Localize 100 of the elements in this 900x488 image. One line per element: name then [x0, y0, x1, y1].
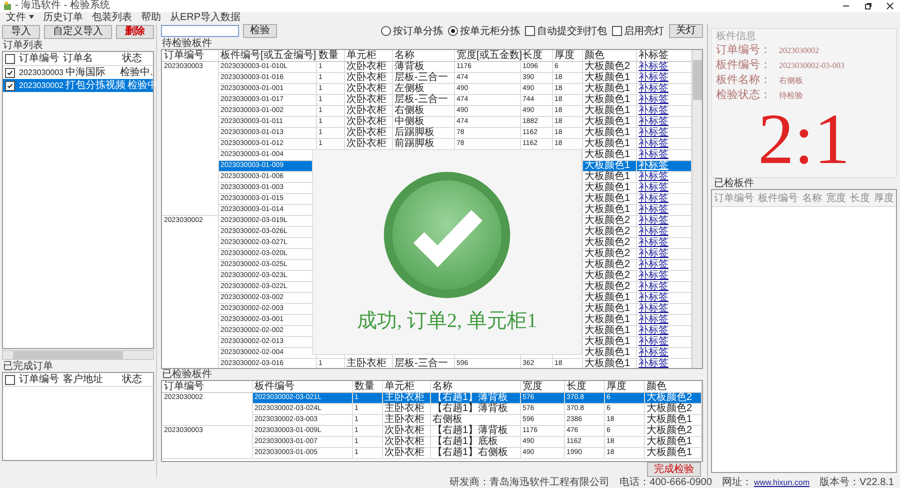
website-link[interactable]: www.hixun.com [754, 477, 810, 488]
column-header: 订单编号 [18, 373, 60, 386]
radio-button[interactable] [381, 26, 391, 36]
import-button[interactable]: 导入 [2, 25, 40, 39]
option-label[interactable]: 按单元柜分拣 [460, 24, 520, 38]
table-cell: 次卧衣柜 [346, 105, 386, 116]
checkbox[interactable] [525, 26, 535, 36]
field-label: 订单编号： [716, 43, 771, 58]
table-cell: 后踢脚板 [394, 127, 434, 138]
section-label: 订单列表 [2, 40, 44, 51]
caret-icon [29, 15, 34, 20]
table-cell: 大板颜色2 [646, 425, 692, 436]
option-label[interactable]: 自动提交到打包 [537, 24, 607, 38]
table-cell: 大板颜色1 [584, 105, 630, 116]
option-label[interactable]: 按订单分拣 [393, 24, 443, 38]
table-cell: 大板颜色1 [584, 94, 630, 105]
column-header: 客户地址 [62, 373, 104, 386]
ratio-text: 2:1 [758, 103, 850, 175]
table-cell: 大板颜色1 [584, 314, 630, 325]
checkbox[interactable] [5, 374, 15, 384]
column-header: 厚度 [874, 192, 894, 205]
checkbox[interactable] [5, 80, 15, 90]
menu-item[interactable]: 历史订单 [43, 12, 83, 24]
column-header: 宽度 [826, 192, 846, 205]
table-cell: 次卧衣柜 [384, 425, 424, 436]
checkbox[interactable] [5, 54, 15, 64]
checkbox[interactable] [5, 68, 15, 78]
delete-button[interactable]: 删除 [116, 25, 154, 39]
table-cell: 前踢脚板 [394, 138, 434, 149]
table-cell: 右侧板 [432, 414, 462, 425]
status-text: 研发商：青岛海迅软件工程有限公司 [450, 477, 610, 488]
table-cell: 大板颜色1 [584, 204, 630, 215]
table-cell: 大板颜色1 [646, 414, 692, 425]
checkbox[interactable] [612, 26, 622, 36]
column-header: 订单编号 [714, 192, 754, 205]
scrollbar[interactable] [2, 350, 154, 360]
menu-item[interactable]: 从ERP导入数据 [170, 12, 241, 24]
table-cell: 大板颜色1 [646, 436, 692, 447]
table-cell: 主卧衣柜 [346, 358, 386, 368]
table-cell-text: 检验中. [119, 66, 153, 79]
check-button[interactable]: 检验 [243, 24, 277, 38]
table-cell: 大板颜色2 [584, 215, 630, 226]
menu-item[interactable]: 帮助 [141, 12, 161, 24]
table-cell: 大板颜色1 [584, 325, 630, 336]
section-label: 已检板件 [713, 178, 755, 189]
table-cell: 次卧衣柜 [346, 72, 386, 83]
column-header: 订单编号 [18, 52, 60, 65]
menu-item[interactable]: 包装列表 [92, 12, 132, 24]
finish-button[interactable]: 完成检验 [647, 462, 701, 477]
table-cell: 大板颜色1 [584, 292, 630, 303]
table-cell: 大板颜色1 [584, 160, 630, 171]
table-cell: 大板颜色1 [584, 127, 630, 138]
column-header: 订单名 [62, 52, 94, 65]
field-label: 检验状态： [716, 88, 771, 103]
menu-item[interactable]: 文件 [6, 12, 34, 24]
scrollbar[interactable] [692, 50, 702, 368]
section-label: 待检验板件 [161, 38, 213, 49]
table-cell: 次卧衣柜 [346, 116, 386, 127]
restore-icon [864, 2, 872, 10]
table-cell: 大板颜色1 [584, 347, 630, 358]
table-cell: 【右趟1】薄背板 [432, 425, 508, 436]
search-field[interactable] [161, 25, 239, 37]
table-cell: 【右趟1】底板 [432, 436, 498, 447]
radio-button[interactable] [448, 26, 458, 36]
table-cell: 大板颜色2 [646, 403, 692, 414]
table-cell: 大板颜色1 [584, 83, 630, 94]
table-cell: 层板-三合一 [394, 358, 448, 368]
table-cell: 【右趟1】薄背板 [432, 403, 508, 414]
column-header: 长度 [850, 192, 870, 205]
table-cell: 层板-三合一 [394, 72, 448, 83]
table-cell-text: 打包分拣视频 [64, 79, 126, 92]
app-icon [3, 2, 12, 10]
column-header: 订单编号 [164, 381, 204, 392]
import-button[interactable]: 自定义导入 [44, 25, 112, 39]
field-value: 2023030002-03-003 [779, 60, 844, 72]
table-cell: 左侧板 [394, 83, 424, 94]
table-cell: 层板-三合一 [394, 94, 448, 105]
table-cell-text: 中海国际 [64, 66, 106, 79]
section-label: 已完成订单 [2, 361, 54, 372]
table-cell: 大板颜色2 [584, 248, 630, 259]
field-label: 板件编号： [716, 58, 771, 73]
table-cell: 大板颜色2 [646, 392, 692, 403]
status-text: 版本号：V22.8.1 [820, 477, 894, 488]
field-value: 右侧板 [779, 75, 803, 87]
lights-off-button[interactable]: 关灯 [669, 24, 703, 38]
table-cell-text: 2023030002 [18, 80, 64, 92]
table-cell: 大板颜色1 [584, 303, 630, 314]
list-row[interactable]: 2023030003 中海国际 检验中. [3, 66, 153, 79]
table-cell: 次卧衣柜 [384, 436, 424, 447]
table-cell: 大板颜色1 [584, 149, 630, 160]
table-cell-text: 2023030003 [18, 67, 64, 79]
field-value: 2023030002 [779, 45, 819, 57]
column-header: 板件编号 [254, 381, 294, 392]
table-cell: 大板颜色1 [584, 193, 630, 204]
table-cell: 大板颜色2 [584, 259, 630, 270]
option-label[interactable]: 启用亮灯 [624, 24, 664, 38]
close-icon [886, 2, 894, 10]
table-cell: 次卧衣柜 [346, 138, 386, 149]
panel-title: 板件信息 [716, 31, 757, 43]
table-cell: 大板颜色1 [584, 182, 630, 193]
